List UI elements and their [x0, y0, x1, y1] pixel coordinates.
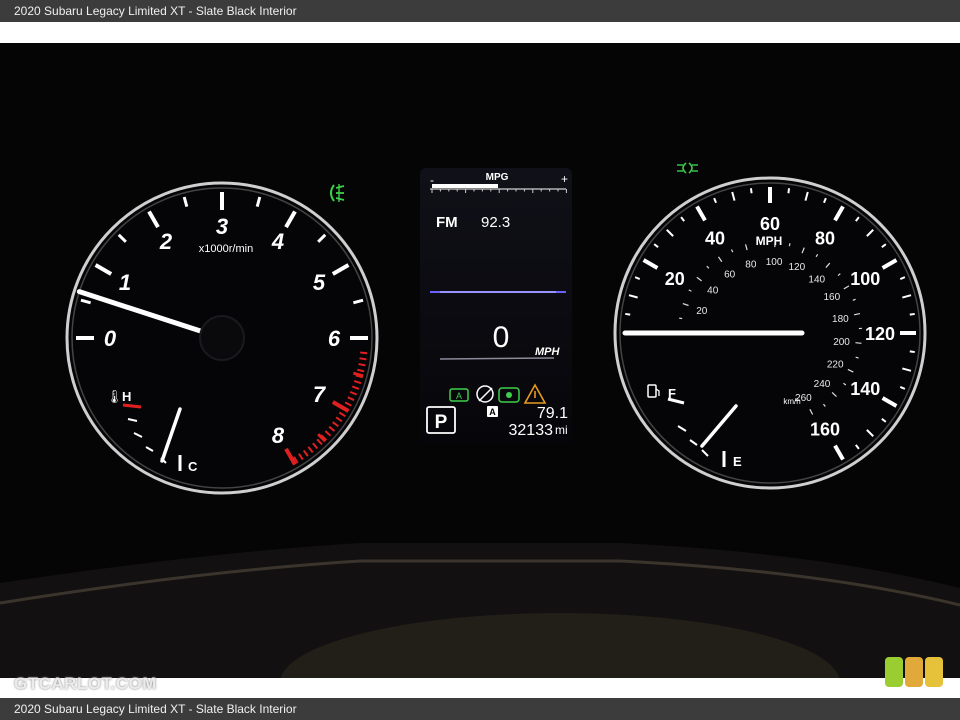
fuel-full-label: F [668, 386, 676, 401]
mpg-bar-fill [432, 184, 498, 188]
speedometer: 20406080100120140160 20406080 100 12014016… [613, 176, 927, 490]
speed-label: 60 [760, 214, 780, 234]
kmh-label: 180 [832, 314, 849, 325]
speed-tick [787, 188, 791, 194]
kmh-label: 120 [788, 262, 805, 273]
kmh-label: 40 [707, 285, 719, 296]
tach-label: 3 [216, 214, 228, 239]
coolant-temp-icon: 🌡 [106, 389, 123, 405]
tach-redline-segment [360, 351, 368, 355]
logo-dot-yellow [925, 657, 943, 687]
instrument-cluster-photo: 0 1 2 3 4 5 6 7 8 x1000r/min 🌡 H C 20 40 60 80 1… [0, 43, 960, 678]
caption-bottom: 2020 Subaru Legacy Limited XT - Slate Bl… [0, 698, 960, 720]
tach-redline-segment [359, 357, 367, 361]
temp-low-label: C [188, 459, 198, 474]
digital-speed-unit: MPH [535, 346, 561, 358]
speed-tick [749, 188, 753, 194]
speed-tick [909, 312, 915, 316]
outside-temperature: 79.1 [537, 405, 568, 422]
speed-label: 100 [850, 269, 880, 289]
tach-label: 7 [313, 382, 327, 407]
kmh-tick [855, 342, 862, 344]
odometer-value: 32133 [509, 422, 554, 439]
mpg-plus: + [561, 172, 568, 186]
digital-speed: 0 [493, 321, 510, 354]
speed-label: 140 [850, 379, 880, 399]
kmh-tick [788, 243, 791, 247]
speed-tick [625, 312, 631, 316]
radio-band: FM [436, 214, 458, 231]
kmh-label: 240 [814, 379, 831, 390]
kmh-label: 20 [696, 306, 708, 317]
tach-label: 4 [271, 229, 284, 254]
temp-high-label: H [122, 389, 131, 404]
kmh-label: 140 [808, 274, 825, 285]
mpg-minus: - [430, 173, 434, 187]
kmh-label: 220 [827, 360, 844, 371]
logo-dot-green [885, 657, 903, 687]
tach-label: 8 [272, 423, 285, 448]
logo-dot-orange [905, 657, 923, 687]
tachometer: 0 1 2 3 4 5 6 7 8 x1000r/min 🌡 H C [65, 181, 379, 495]
fuel-empty-label: E [733, 454, 742, 469]
speed-label: 120 [865, 324, 895, 344]
kmh-label: 80 [745, 260, 757, 271]
mpg-label: MPG [486, 172, 509, 183]
tach-label: 0 [104, 326, 117, 351]
tach-redline-segment [358, 363, 366, 367]
speed-tick [909, 350, 915, 354]
radio-frequency: 92.3 [481, 214, 510, 231]
tach-label: 5 [313, 270, 326, 295]
kmh-label: 60 [724, 269, 736, 280]
speed-label: 20 [665, 269, 685, 289]
tach-label: 2 [159, 229, 173, 254]
tach-label: 1 [119, 270, 131, 295]
caption-top: 2020 Subaru Legacy Limited XT - Slate Bl… [0, 0, 960, 22]
speed-label: 80 [815, 229, 835, 249]
center-display-panel [420, 168, 572, 443]
tach-hub [199, 315, 245, 361]
tach-unit-label: x1000r/min [199, 243, 253, 255]
kmh-label: 160 [823, 292, 840, 303]
tach-label: 6 [328, 326, 341, 351]
odometer-unit: mi [555, 423, 568, 437]
speed-unit-label: MPH [756, 234, 783, 248]
auto-badge: A [489, 407, 496, 417]
svg-text:A: A [456, 391, 462, 401]
kmh-label: 100 [766, 257, 783, 268]
kmh-unit-label: km/h [783, 397, 800, 406]
kmh-label: 200 [833, 337, 850, 348]
kmh-tick [855, 356, 859, 359]
site-logo-dots [885, 657, 945, 687]
gear-indicator: P [435, 412, 448, 433]
speed-label: 160 [810, 419, 840, 439]
watermark: GTCARLOT.COM [14, 674, 157, 693]
speed-label: 40 [705, 229, 725, 249]
